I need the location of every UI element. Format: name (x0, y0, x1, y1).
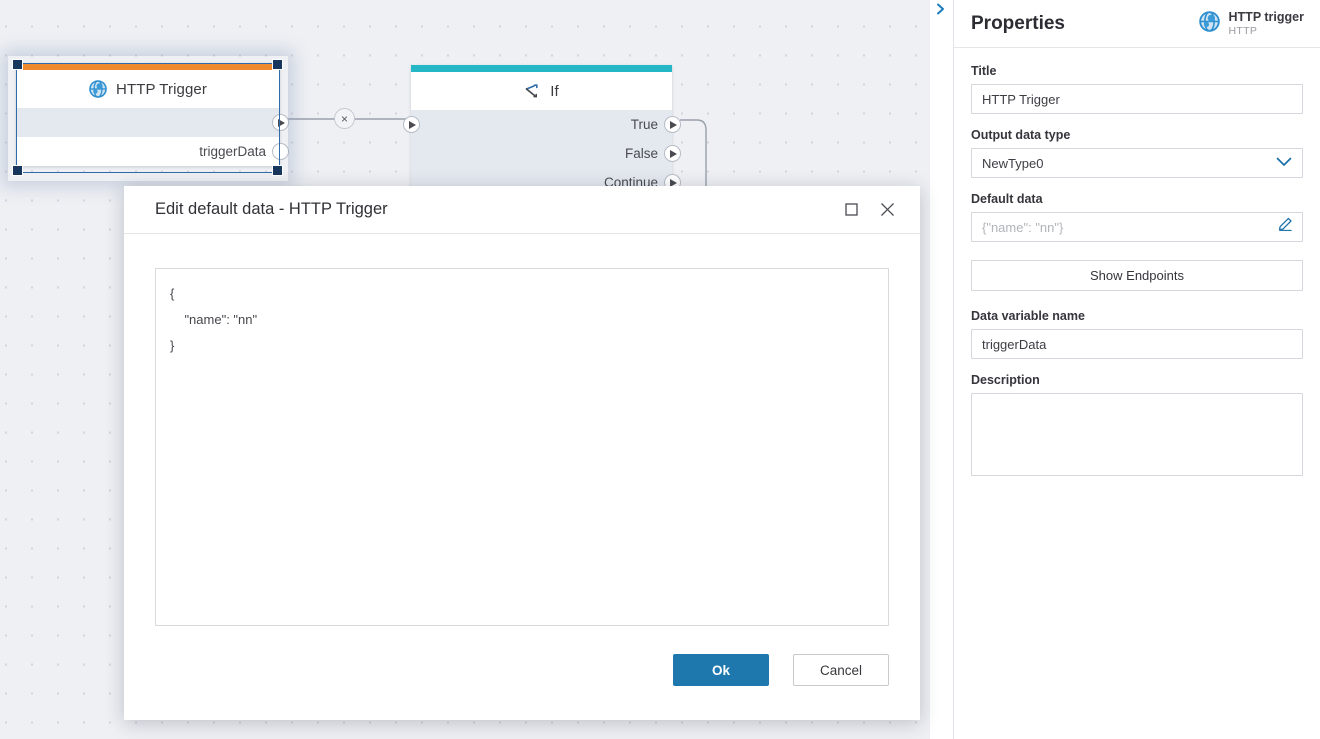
resize-handle-ne[interactable] (272, 59, 283, 70)
exec-input-port[interactable] (402, 116, 420, 133)
node-row-false[interactable]: False (411, 139, 681, 168)
exec-output-port-true[interactable] (663, 116, 681, 133)
resize-handle-se[interactable] (272, 165, 283, 176)
output-type-select[interactable] (971, 148, 1303, 178)
panel-collapse-toggle[interactable] (932, 3, 948, 19)
data-variable-field-label: Data variable name (971, 309, 1085, 323)
title-input[interactable] (971, 84, 1303, 114)
dialog-footer: Ok Cancel (124, 634, 920, 720)
properties-panel-body: Title Output data type Default data (954, 48, 1320, 481)
selection-glow (8, 56, 288, 181)
selected-node-text: HTTP trigger HTTP (1229, 10, 1304, 36)
description-field-label: Description (971, 373, 1040, 387)
node-row-label: True (630, 117, 658, 132)
close-icon[interactable] (872, 195, 902, 225)
resize-handle-nw[interactable] (12, 59, 23, 70)
page-title: Properties (971, 12, 1065, 34)
title-field-label: Title (971, 64, 997, 78)
show-endpoints-button[interactable]: Show Endpoints (971, 260, 1303, 291)
output-type-select-wrapper[interactable] (971, 148, 1303, 178)
output-type-field-label: Output data type (971, 128, 1071, 142)
resize-handle-sw[interactable] (12, 165, 23, 176)
properties-panel: Properties HTTP trigger HTTP Title HTTP … (953, 0, 1320, 739)
edit-default-data-dialog[interactable]: Edit default data - HTTP Trigger { "name… (124, 186, 920, 720)
dialog-title: Edit default data - HTTP Trigger (155, 200, 388, 218)
node-title-label: If (550, 82, 559, 100)
node-header[interactable]: If (411, 72, 672, 110)
node-accent-bar (411, 65, 672, 72)
node-row-true[interactable]: True (402, 110, 681, 139)
maximize-icon[interactable] (836, 195, 866, 225)
exec-output-port-false[interactable] (663, 145, 681, 162)
node-row-label: False (624, 146, 658, 161)
delete-connection-button[interactable]: × (334, 108, 355, 129)
selected-node-badge: HTTP trigger HTTP (1198, 10, 1304, 37)
default-data-input-wrapper[interactable] (971, 212, 1303, 242)
ok-button[interactable]: Ok (673, 654, 769, 686)
default-data-field-label: Default data (971, 192, 1043, 206)
dialog-body: { "name": "nn" } (124, 234, 920, 634)
default-data-json-editor[interactable]: { "name": "nn" } (155, 268, 889, 626)
cancel-button[interactable]: Cancel (793, 654, 889, 686)
description-textarea[interactable] (971, 393, 1303, 476)
pencil-icon[interactable] (1277, 216, 1294, 238)
dialog-header: Edit default data - HTTP Trigger (124, 186, 920, 234)
branch-icon (524, 83, 541, 100)
delete-connection-label: × (340, 111, 348, 126)
properties-panel-header: Properties HTTP trigger HTTP (954, 0, 1320, 48)
data-variable-input[interactable] (971, 329, 1303, 359)
selected-node-type: HTTP (1228, 24, 1258, 37)
globe-icon (1198, 10, 1220, 37)
default-data-input[interactable] (971, 212, 1303, 242)
selected-node-name: HTTP trigger (1228, 10, 1304, 25)
chevron-right-icon (935, 2, 946, 20)
